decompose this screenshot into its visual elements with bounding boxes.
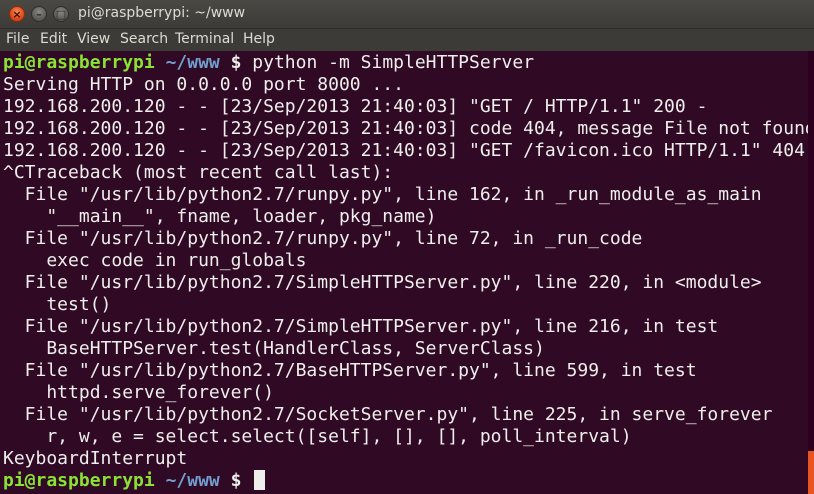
output-line: Serving HTTP on 0.0.0.0 port 8000 ... bbox=[3, 74, 404, 95]
output-line: KeyboardInterrupt bbox=[3, 448, 188, 469]
menu-search[interactable]: Search bbox=[120, 31, 168, 47]
command-line: pi@raspberrypi ~/www $ python -m SimpleH… bbox=[3, 52, 534, 74]
output-line: 192.168.200.120 - - [23/Sep/2013 21:40:0… bbox=[3, 140, 808, 161]
output-line: test() bbox=[3, 294, 112, 315]
output-line: File "/usr/lib/python2.7/SimpleHTTPServe… bbox=[3, 316, 719, 337]
title-bar[interactable]: × – □ pi@raspberrypi: ~/www bbox=[0, 0, 814, 29]
output-line: BaseHTTPServer.test(HandlerClass, Server… bbox=[3, 338, 545, 359]
output-line: exec code in run_globals bbox=[3, 250, 307, 271]
terminal-output[interactable]: pi@raspberrypi ~/www $ python -m SimpleH… bbox=[0, 51, 808, 494]
prompt-user: pi@raspberrypi bbox=[3, 470, 155, 491]
prompt-symbol: $ bbox=[230, 470, 242, 491]
menu-help[interactable]: Help bbox=[243, 31, 275, 47]
current-prompt-line[interactable]: pi@raspberrypi ~/www $ bbox=[3, 470, 266, 492]
output-line: File "/usr/lib/python2.7/SimpleHTTPServe… bbox=[3, 272, 762, 293]
close-button[interactable]: × bbox=[9, 6, 25, 22]
minimize-button[interactable]: – bbox=[31, 6, 47, 22]
menu-edit[interactable]: Edit bbox=[40, 31, 67, 47]
menu-bar: File Edit View Search Terminal Help bbox=[0, 29, 814, 51]
output-line: File "/usr/lib/python2.7/SocketServer.py… bbox=[3, 404, 773, 425]
output-line: ^CTraceback (most recent call last): bbox=[3, 162, 394, 183]
vertical-scrollbar[interactable] bbox=[808, 51, 814, 494]
output-line: File "/usr/lib/python2.7/runpy.py", line… bbox=[3, 228, 643, 249]
prompt-path: ~/www bbox=[165, 52, 220, 73]
maximize-icon: □ bbox=[55, 8, 67, 21]
window-title: pi@raspberrypi: ~/www bbox=[78, 5, 246, 21]
output-line: 192.168.200.120 - - [23/Sep/2013 21:40:0… bbox=[3, 96, 708, 117]
text-cursor bbox=[254, 470, 266, 490]
output-line: File "/usr/lib/python2.7/runpy.py", line… bbox=[3, 184, 762, 205]
maximize-button[interactable]: □ bbox=[53, 6, 69, 22]
prompt-path: ~/www bbox=[165, 470, 220, 491]
prompt-user: pi@raspberrypi bbox=[3, 52, 155, 73]
output-line: 192.168.200.120 - - [23/Sep/2013 21:40:0… bbox=[3, 118, 808, 139]
command-text: python -m SimpleHTTPServer bbox=[241, 52, 535, 73]
minimize-icon: – bbox=[36, 8, 42, 21]
prompt-symbol: $ bbox=[230, 52, 242, 73]
menu-view[interactable]: View bbox=[77, 31, 110, 47]
menu-terminal[interactable]: Terminal bbox=[175, 31, 234, 47]
output-line: File "/usr/lib/python2.7/BaseHTTPServer.… bbox=[3, 360, 697, 381]
output-line: "__main__", fname, loader, pkg_name) bbox=[3, 206, 437, 227]
output-line: httpd.serve_forever() bbox=[3, 382, 274, 403]
scrollbar-thumb[interactable] bbox=[808, 451, 814, 494]
menu-file[interactable]: File bbox=[6, 31, 29, 47]
close-icon: × bbox=[12, 8, 22, 21]
output-line: r, w, e = select.select([self], [], [], … bbox=[3, 426, 632, 447]
terminal-window: × – □ pi@raspberrypi: ~/www File Edit Vi… bbox=[0, 0, 814, 494]
